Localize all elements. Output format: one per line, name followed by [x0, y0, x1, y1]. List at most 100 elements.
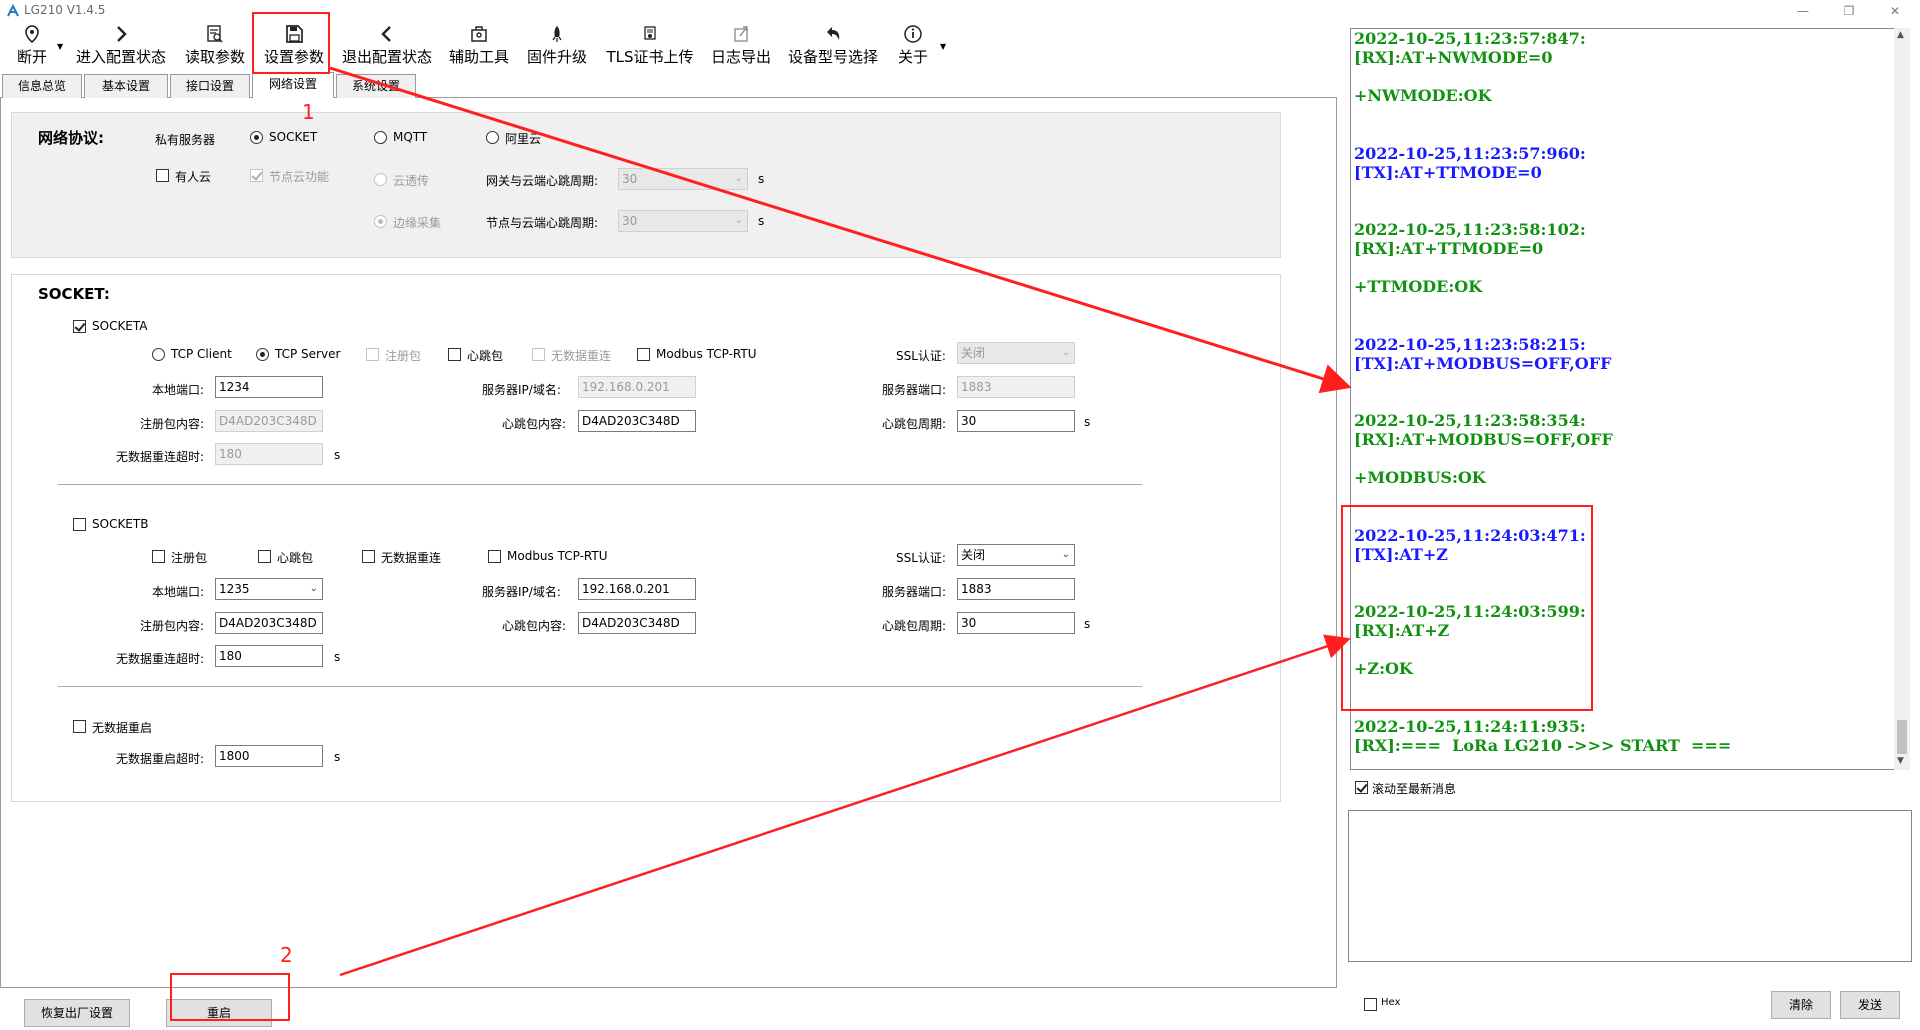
- edge-collect-label: 边缘采集: [393, 216, 442, 230]
- log-entry-time: 2022-10-25,11:23:58:102:: [1354, 220, 1586, 239]
- socketb-heartbeat-period-input[interactable]: 30: [957, 612, 1075, 634]
- hex-checkbox[interactable]: [1364, 998, 1377, 1011]
- socket-radio[interactable]: [250, 131, 263, 144]
- scroll-thumb[interactable]: [1897, 720, 1907, 754]
- socketa-nodata-timeout-input[interactable]: 180: [215, 443, 323, 465]
- mqtt-radio-label: MQTT: [393, 130, 428, 144]
- minimize-button[interactable]: —: [1780, 0, 1826, 22]
- scroll-up-icon[interactable]: ▲: [1897, 30, 1904, 40]
- tab-system-settings[interactable]: 系统设置: [336, 74, 416, 98]
- chevron-left-icon: [381, 26, 391, 42]
- node-heartbeat-select[interactable]: 30 ⌄: [618, 210, 748, 232]
- socketb-server-port-input[interactable]: 1883: [957, 578, 1075, 600]
- socketb-nodata-timeout-input[interactable]: 180: [215, 645, 323, 667]
- tab-overview[interactable]: 信息总览: [2, 74, 82, 98]
- socketb-register-pkt-checkbox[interactable]: [152, 550, 165, 563]
- close-button[interactable]: ✕: [1872, 0, 1918, 22]
- node-cloud-label: 节点云功能: [269, 170, 330, 184]
- app-window: LG210 V1.4.5 — ❐ ✕ 断开 ▼ 进入配置状态 读取参数 设置参数…: [0, 0, 1920, 1030]
- cloud-passthrough-radio[interactable]: [374, 173, 387, 186]
- log-scrollbar[interactable]: ▲ ▼: [1894, 28, 1910, 770]
- log-entry-reply: +TTMODE:OK: [1354, 277, 1483, 296]
- rocket-icon: [552, 26, 562, 42]
- youren-cloud-checkbox[interactable]: [156, 169, 169, 182]
- dropdown-arrow-icon[interactable]: ▼: [57, 42, 63, 51]
- log-entry-line: [RX]:AT+MODBUS=OFF,OFF: [1354, 430, 1613, 449]
- about-button[interactable]: 关于: [896, 22, 930, 72]
- toolbar-label: 固件升级: [526, 48, 587, 66]
- enter-config-button[interactable]: 进入配置状态: [72, 22, 170, 72]
- edge-collect-radio[interactable]: [374, 215, 387, 228]
- nodata-restart-timeout-input[interactable]: 1800: [215, 745, 323, 767]
- socketa-heartbeat-checkbox[interactable]: [448, 348, 461, 361]
- tab-interface-settings[interactable]: 接口设置: [170, 74, 250, 98]
- read-params-button[interactable]: 读取参数: [182, 22, 248, 72]
- toolbox-icon: [471, 26, 487, 42]
- socketb-server-ip-input[interactable]: 192.168.0.201: [578, 578, 696, 600]
- socketb-ssl-select[interactable]: 关闭 ⌄: [957, 544, 1075, 566]
- socketa-register-content-input[interactable]: D4AD203C348D: [215, 410, 323, 432]
- location-pin-icon: [25, 25, 39, 44]
- tls-cert-upload-button[interactable]: TLS证书上传: [600, 22, 700, 72]
- unit-label: s: [758, 172, 765, 186]
- aliyun-radio[interactable]: [486, 131, 499, 144]
- socketa-heartbeat-period-input[interactable]: 30: [957, 410, 1075, 432]
- socketb-nodata-reconnect-checkbox[interactable]: [362, 550, 375, 563]
- socketb-register-content-input[interactable]: D4AD203C348D: [215, 612, 323, 634]
- socketb-local-port-select[interactable]: 1235 ⌄: [215, 578, 323, 600]
- tcp-client-radio[interactable]: [152, 348, 165, 361]
- socketa-ssl-select[interactable]: 关闭 ⌄: [957, 342, 1075, 364]
- send-textbox[interactable]: [1348, 810, 1912, 962]
- socketb-server-port-label: 服务器端口:: [882, 585, 947, 599]
- nodata-restart-label: 无数据重启: [92, 721, 153, 735]
- toolbar-label: 退出配置状态: [341, 48, 432, 66]
- gateway-heartbeat-value: 30: [622, 172, 638, 186]
- aux-tools-button[interactable]: 辅助工具: [446, 22, 512, 72]
- gateway-heartbeat-label: 网关与云端心跳周期:: [486, 174, 599, 188]
- socketa-heartbeat-content-label: 心跳包内容:: [502, 417, 567, 431]
- restore-button[interactable]: ❐: [1826, 0, 1872, 22]
- socketa-heartbeat-content-input[interactable]: D4AD203C348D: [578, 410, 696, 432]
- log-entry-time: 2022-10-25,11:23:58:215:: [1354, 335, 1586, 354]
- socketb-modbus-checkbox[interactable]: [488, 550, 501, 563]
- gateway-heartbeat-select[interactable]: 30 ⌄: [618, 168, 748, 190]
- nodata-restart-checkbox[interactable]: [73, 720, 86, 733]
- mqtt-radio[interactable]: [374, 131, 387, 144]
- node-cloud-checkbox[interactable]: [250, 169, 263, 182]
- socketa-ssl-value: 关闭: [961, 346, 986, 360]
- socketa-nodata-reconnect-checkbox[interactable]: [532, 348, 545, 361]
- scroll-down-icon[interactable]: ▼: [1897, 756, 1904, 766]
- toolbar-label: 日志导出: [710, 48, 771, 66]
- clear-button[interactable]: 清除: [1771, 991, 1831, 1019]
- tcp-server-radio[interactable]: [256, 348, 269, 361]
- exit-config-button[interactable]: 退出配置状态: [338, 22, 436, 72]
- toolbar-label: 设备型号选择: [787, 48, 878, 66]
- disconnect-button[interactable]: 断开: [12, 22, 52, 72]
- autoscroll-checkbox[interactable]: [1355, 781, 1368, 794]
- socketa-server-ip-input[interactable]: 192.168.0.201: [578, 376, 696, 398]
- socketb-heartbeat-checkbox[interactable]: [258, 550, 271, 563]
- tab-network-settings[interactable]: 网络设置: [252, 72, 334, 99]
- device-model-select-button[interactable]: 设备型号选择: [784, 22, 882, 72]
- socketa-server-port-input[interactable]: 1883: [957, 376, 1075, 398]
- socketa-local-port-input[interactable]: 1234: [215, 376, 323, 398]
- overflow-arrow-icon[interactable]: ▼: [940, 42, 946, 51]
- log-entry-line: [TX]:AT+MODBUS=OFF,OFF: [1354, 354, 1612, 373]
- log-entry-line: [TX]:AT+TTMODE=0: [1354, 163, 1542, 182]
- socketa-modbus-checkbox[interactable]: [637, 348, 650, 361]
- send-button[interactable]: 发送: [1840, 991, 1900, 1019]
- factory-reset-button[interactable]: 恢复出厂设置: [24, 999, 130, 1027]
- socketb-enable-checkbox[interactable]: [73, 518, 86, 531]
- socketa-server-port-label: 服务器端口:: [882, 383, 947, 397]
- log-export-button[interactable]: 日志导出: [708, 22, 774, 72]
- socketa-register-pkt-checkbox[interactable]: [366, 348, 379, 361]
- chevron-down-icon: ⌄: [1061, 549, 1070, 560]
- socketb-heartbeat-content-input[interactable]: D4AD203C348D: [578, 612, 696, 634]
- socketa-ssl-label: SSL认证:: [896, 349, 946, 363]
- socketa-modbus-label: Modbus TCP-RTU: [656, 347, 757, 361]
- annotation-number-1: 1: [302, 100, 315, 124]
- firmware-upgrade-button[interactable]: 固件升级: [524, 22, 590, 72]
- socketa-enable-checkbox[interactable]: [73, 320, 86, 333]
- tab-basic-settings[interactable]: 基本设置: [84, 74, 168, 98]
- unit-label: s: [334, 650, 341, 664]
